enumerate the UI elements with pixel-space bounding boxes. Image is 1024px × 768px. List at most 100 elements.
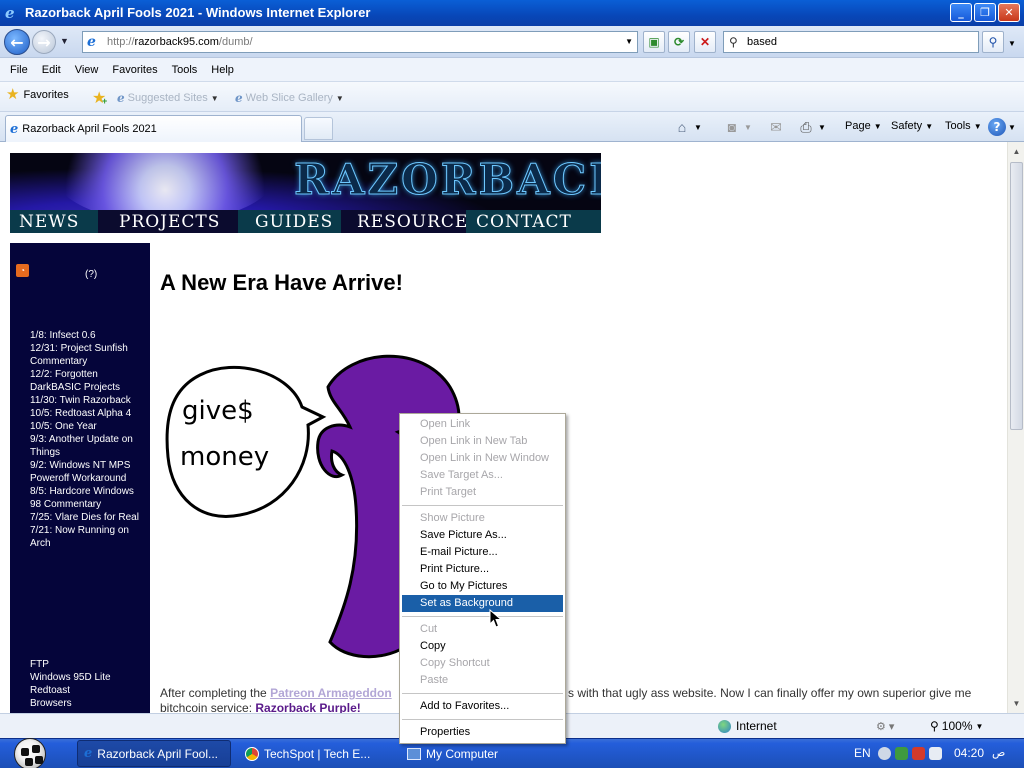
- rss-icon[interactable]: ◔: [16, 264, 29, 277]
- ctx-cut[interactable]: Cut: [402, 621, 563, 638]
- news-item[interactable]: 1/8: Infsect 0.6: [30, 329, 140, 342]
- favorites-button[interactable]: ★ Favorites: [6, 87, 69, 102]
- zoom-control[interactable]: ⚲ 100% ▼: [930, 719, 983, 733]
- ctx-go-to-my-pictures[interactable]: Go to My Pictures: [402, 578, 563, 595]
- ctx-show-picture[interactable]: Show Picture: [402, 510, 563, 527]
- ctx-set-as-background[interactable]: Set as Background: [402, 595, 563, 612]
- search-options-dropdown-icon[interactable]: ▼: [1008, 39, 1016, 48]
- add-to-favorites-bar-icon[interactable]: ★ +: [92, 88, 107, 108]
- nav-resources[interactable]: RESOURCES: [341, 210, 480, 233]
- sidebar-link[interactable]: Redtoast: [30, 684, 140, 697]
- ctx-copy[interactable]: Copy: [402, 638, 563, 655]
- vertical-scrollbar[interactable]: ▲ ▼: [1007, 142, 1024, 713]
- razorback-purple-link[interactable]: Razorback Purple!: [255, 701, 360, 713]
- nav-contact[interactable]: CONTACT: [466, 210, 601, 233]
- back-button[interactable]: ←: [4, 29, 30, 55]
- mail-icon[interactable]: ✉: [766, 117, 786, 137]
- feeds-dropdown-icon[interactable]: ▼: [744, 123, 752, 132]
- tray-volume-icon[interactable]: [929, 747, 942, 760]
- ctx-print-picture[interactable]: Print Picture...: [402, 561, 563, 578]
- help-icon[interactable]: ?: [988, 118, 1006, 136]
- tray-shield-icon[interactable]: [912, 747, 925, 760]
- taskbar-item-my-computer[interactable]: My Computer: [401, 740, 556, 767]
- address-dropdown-icon[interactable]: ▼: [625, 37, 633, 46]
- search-input[interactable]: ⚲ based: [723, 31, 979, 53]
- menu-separator: [402, 505, 563, 506]
- language-indicator[interactable]: EN: [854, 746, 871, 760]
- nav-guides[interactable]: GUIDES: [238, 210, 341, 233]
- menu-tools[interactable]: Tools: [165, 64, 205, 76]
- compatibility-view-button[interactable]: ▣: [643, 31, 665, 53]
- tab-razorback[interactable]: e Razorback April Fools 2021: [5, 115, 302, 142]
- news-item[interactable]: 12/31: Project Sunfish Commentary: [30, 342, 140, 368]
- ctx-open-link-new-tab[interactable]: Open Link in New Tab: [402, 433, 563, 450]
- ctx-email-picture[interactable]: E-mail Picture...: [402, 544, 563, 561]
- print-dropdown-icon[interactable]: ▼: [818, 123, 826, 132]
- minimize-button[interactable]: _: [950, 3, 972, 22]
- recent-pages-dropdown-icon[interactable]: ▼: [60, 36, 69, 46]
- menu-separator: [402, 693, 563, 694]
- news-item[interactable]: 10/5: One Year: [30, 420, 140, 433]
- page-menu[interactable]: Page ▼: [845, 120, 882, 132]
- search-button[interactable]: ⚲: [982, 31, 1004, 53]
- sidebar-link[interactable]: Browsers: [30, 697, 140, 710]
- rss-help-link[interactable]: (?): [85, 269, 97, 280]
- home-icon[interactable]: ⌂: [672, 117, 692, 137]
- nav-projects[interactable]: PROJECTS: [98, 210, 238, 233]
- menu-edit[interactable]: Edit: [35, 64, 68, 76]
- tools-menu[interactable]: Tools ▼: [945, 120, 982, 132]
- patreon-armageddon-link[interactable]: Patreon Armageddon: [270, 686, 392, 700]
- news-item[interactable]: 10/5: Redtoast Alpha 4: [30, 407, 140, 420]
- news-item[interactable]: 7/21: Now Running on Arch: [30, 524, 140, 550]
- scroll-up-icon[interactable]: ▲: [1009, 143, 1024, 160]
- news-item[interactable]: 12/2: Forgotten DarkBASIC Projects: [30, 368, 140, 394]
- ctx-paste[interactable]: Paste: [402, 672, 563, 689]
- feeds-icon[interactable]: ◙: [722, 117, 742, 137]
- news-item[interactable]: 9/2: Windows NT MPS Poweroff Workaround: [30, 459, 140, 485]
- web-slice-gallery-link[interactable]: e Web Slice Gallery ▼: [235, 91, 344, 105]
- context-menu: Open Link Open Link in New Tab Open Link…: [399, 413, 566, 744]
- ctx-print-target[interactable]: Print Target: [402, 484, 563, 501]
- web-slice-gallery-label: Web Slice Gallery: [245, 92, 333, 104]
- home-dropdown-icon[interactable]: ▼: [694, 123, 702, 132]
- address-bar[interactable]: e http://razorback95.com/dumb/ ▼: [82, 31, 638, 53]
- news-item[interactable]: 11/30: Twin Razorback: [30, 394, 140, 407]
- maximize-button[interactable]: ❐: [974, 3, 996, 22]
- scroll-thumb[interactable]: [1010, 162, 1023, 430]
- refresh-button[interactable]: ⟳: [668, 31, 690, 53]
- ctx-open-link-new-window[interactable]: Open Link in New Window: [402, 450, 563, 467]
- sidebar-link[interactable]: FTP: [30, 658, 140, 671]
- news-item[interactable]: 7/25: Vlare Dies for Real: [30, 511, 140, 524]
- menu-help[interactable]: Help: [204, 64, 241, 76]
- sidebar-link[interactable]: Windows 95D Lite: [30, 671, 140, 684]
- taskbar-item-ie[interactable]: e Razorback April Fool...: [77, 740, 231, 767]
- forward-button[interactable]: →: [32, 30, 56, 54]
- new-tab-button[interactable]: [304, 117, 333, 140]
- stop-button[interactable]: ✕: [694, 31, 716, 53]
- news-item[interactable]: 8/5: Hardcore Windows 98 Commentary: [30, 485, 140, 511]
- ctx-save-target-as[interactable]: Save Target As...: [402, 467, 563, 484]
- close-button[interactable]: ✕: [998, 3, 1020, 22]
- ctx-copy-shortcut[interactable]: Copy Shortcut: [402, 655, 563, 672]
- menu-view[interactable]: View: [68, 64, 106, 76]
- ctx-open-link[interactable]: Open Link: [402, 416, 563, 433]
- ctx-save-picture-as[interactable]: Save Picture As...: [402, 527, 563, 544]
- ctx-properties[interactable]: Properties: [402, 724, 563, 741]
- scroll-down-icon[interactable]: ▼: [1009, 695, 1024, 712]
- safety-menu[interactable]: Safety ▼: [891, 120, 933, 132]
- start-button[interactable]: [14, 738, 46, 768]
- menu-favorites[interactable]: Favorites: [105, 64, 164, 76]
- news-item[interactable]: 9/3: Another Update on Things: [30, 433, 140, 459]
- security-zone[interactable]: Internet: [718, 719, 777, 733]
- suggested-sites-link[interactable]: e Suggested Sites ▼: [117, 91, 219, 105]
- clock-time[interactable]: 04:20: [954, 746, 984, 760]
- ctx-add-to-favorites[interactable]: Add to Favorites...: [402, 698, 563, 715]
- help-dropdown-icon[interactable]: ▼: [1008, 123, 1016, 132]
- taskbar-item-chrome[interactable]: TechSpot | Tech E...: [239, 740, 394, 767]
- protected-mode-icon[interactable]: ⚙ ▾: [876, 720, 894, 733]
- tray-network-icon[interactable]: [895, 747, 908, 760]
- print-icon[interactable]: ⎙: [796, 117, 816, 137]
- nav-news[interactable]: NEWS: [10, 210, 98, 233]
- tray-app-icon[interactable]: [878, 747, 891, 760]
- menu-file[interactable]: File: [3, 64, 35, 76]
